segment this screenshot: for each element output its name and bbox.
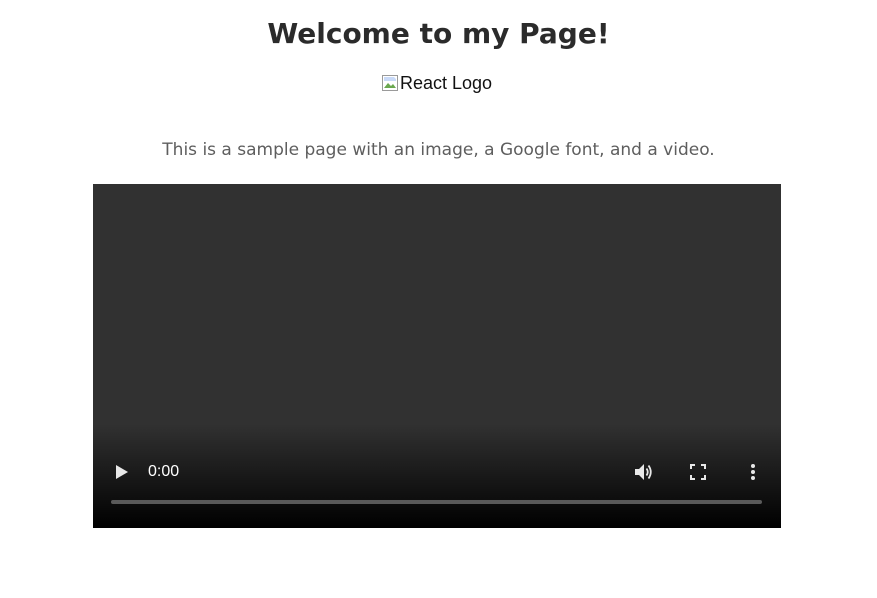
current-time: 0:00: [148, 463, 180, 480]
mute-button[interactable]: [633, 462, 653, 482]
broken-image-icon: [382, 72, 398, 91]
progress-bar[interactable]: [111, 500, 762, 504]
page: Welcome to my Page! React Logo This is a…: [0, 0, 877, 598]
play-icon: [116, 465, 128, 479]
fullscreen-button[interactable]: [689, 463, 707, 481]
volume-icon: [635, 464, 652, 480]
image-alt-text: React Logo: [400, 73, 493, 93]
more-vertical-icon: [751, 464, 755, 480]
fullscreen-icon: [690, 464, 706, 480]
play-button[interactable]: [113, 463, 131, 481]
video-player[interactable]: 0:00: [93, 184, 781, 528]
more-options-button[interactable]: [745, 462, 761, 482]
intro-text: This is a sample page with an image, a G…: [162, 140, 715, 160]
controls-gradient: [93, 424, 781, 528]
page-title: Welcome to my Page!: [267, 17, 610, 50]
react-logo-image: React Logo: [382, 70, 492, 96]
